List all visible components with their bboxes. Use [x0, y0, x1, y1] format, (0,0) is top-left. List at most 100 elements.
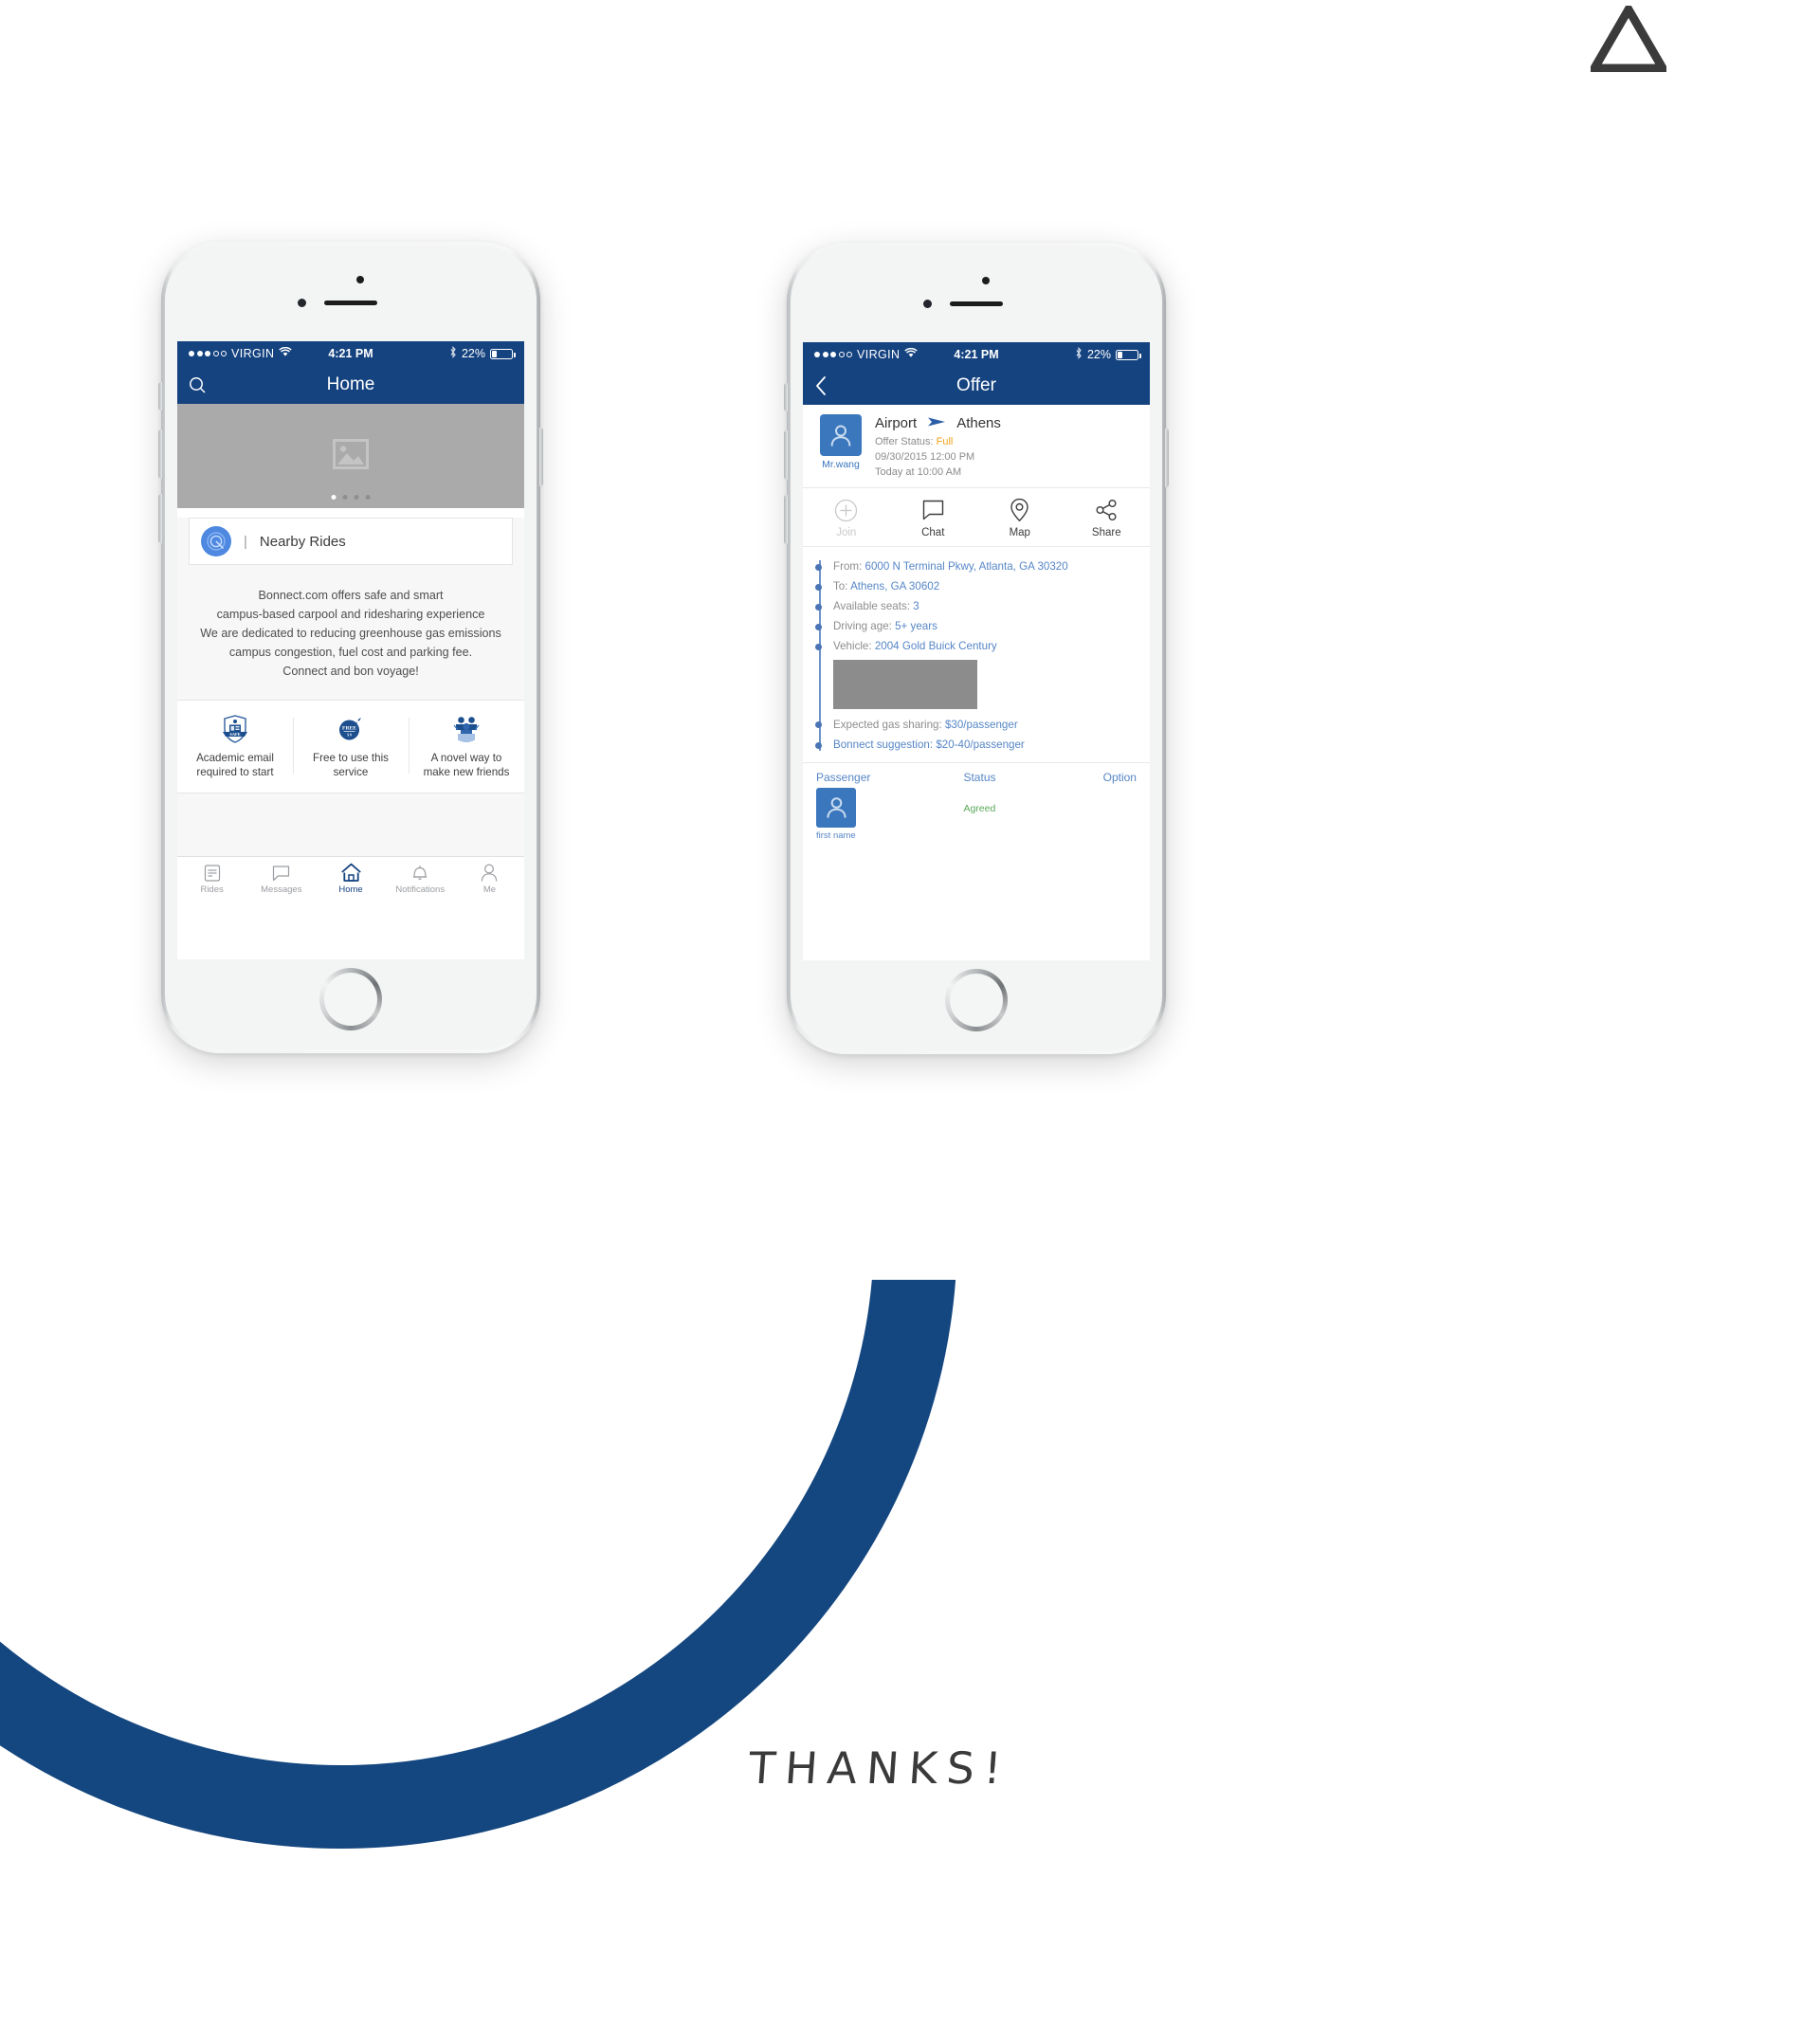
feature-label-line2: required to start	[196, 766, 274, 778]
empty-space	[803, 847, 1150, 960]
empty-space	[177, 793, 524, 856]
hero-carousel[interactable]	[177, 404, 524, 508]
carrier-label: VIRGIN	[857, 348, 901, 361]
detail-value: $20-40/passenger	[936, 738, 1025, 751]
svg-text:FREE: FREE	[342, 725, 356, 731]
detail-value: 2004 Gold Buick Century	[874, 640, 997, 652]
hardware-home-button[interactable]	[319, 968, 382, 1030]
action-bar: Join Chat Map Share	[803, 488, 1150, 547]
feature-label-line2: service	[333, 766, 369, 778]
tab-label: Home	[338, 884, 363, 895]
chat-button[interactable]: Chat	[890, 498, 977, 538]
phone-home: VIRGIN 4:21 PM 22% Home | Nearby Rides B…	[158, 242, 543, 1053]
feature-item-free-service: FREE $ 0 Free to use this service	[293, 712, 409, 779]
tab-notifications[interactable]: Notifications	[386, 863, 455, 895]
detail-label: To:	[833, 580, 848, 593]
column-header-passenger: Passenger	[816, 771, 871, 784]
search-icon[interactable]	[189, 376, 207, 394]
blurb-line: Bonnect.com offers safe and smart	[258, 589, 444, 602]
battery-percent-label: 22%	[1086, 348, 1111, 361]
action-label: Chat	[921, 527, 945, 538]
passenger-table-header: Passenger Status Option	[803, 763, 1150, 786]
detail-value[interactable]: 6000 N Terminal Pkwy, Atlanta, GA 30320	[865, 560, 1068, 573]
nearby-rides-card[interactable]: | Nearby Rides	[189, 518, 513, 565]
front-camera	[356, 276, 364, 283]
detail-row-bonnect-suggestion: Bonnect suggestion: $20-40/passenger	[803, 735, 1150, 755]
chat-bubble-icon	[890, 498, 977, 522]
detail-label: Vehicle:	[833, 640, 872, 652]
bluetooth-icon	[449, 345, 457, 361]
table-row[interactable]: first name Agreed	[803, 786, 1150, 847]
detail-value: 5+ years	[895, 620, 937, 632]
status-badge: Agreed	[963, 803, 996, 814]
tab-home[interactable]: Home	[316, 863, 385, 895]
wifi-icon	[904, 347, 919, 361]
svg-text:SAFE: SAFE	[229, 732, 240, 737]
messages-bubble-icon	[246, 863, 316, 884]
origin-label: Airport	[875, 415, 918, 431]
vehicle-photo-placeholder[interactable]	[833, 660, 977, 709]
driver-name: Mr.wang	[822, 459, 860, 470]
proximity-sensor	[298, 299, 306, 307]
detail-row-driving-age: Driving age: 5+ years	[803, 616, 1150, 636]
carrier-label: VIRGIN	[231, 347, 275, 360]
bluetooth-icon	[1075, 346, 1083, 362]
share-button[interactable]: Share	[1064, 498, 1151, 538]
join-button[interactable]: Join	[803, 498, 890, 538]
feature-item-academic-email: SAFE Academic email required to start	[177, 712, 293, 779]
wifi-icon	[279, 346, 293, 360]
person-icon	[455, 863, 524, 884]
action-label: Map	[1009, 527, 1030, 538]
free-tag-icon: FREE $ 0	[299, 712, 403, 746]
safe-shield-badge-icon: SAFE	[183, 712, 287, 746]
rides-list-icon	[177, 863, 246, 884]
offer-screen: VIRGIN 4:21 PM 22% Offer Mr.wang Airport…	[803, 342, 1150, 960]
posted-time: Today at 10:00 AM	[875, 466, 962, 478]
bonnect-target-logo-icon	[201, 526, 231, 556]
option-cell[interactable]	[1069, 788, 1137, 803]
earpiece-speaker	[950, 301, 1003, 306]
tab-rides[interactable]: Rides	[177, 863, 246, 895]
detail-label: Available seats:	[833, 600, 910, 612]
detail-row-vehicle: Vehicle: 2004 Gold Buick Century	[803, 636, 1150, 656]
home-icon	[316, 863, 385, 884]
feature-row: SAFE Academic email required to start FR…	[177, 700, 524, 793]
svg-text:$ 0: $ 0	[347, 733, 352, 737]
detail-label: Expected gas sharing:	[833, 719, 942, 731]
detail-row-gas-sharing: Expected gas sharing: $30/passenger	[803, 715, 1150, 735]
tab-me[interactable]: Me	[455, 863, 524, 895]
map-pin-icon	[976, 498, 1064, 522]
detail-label: From:	[833, 560, 863, 573]
detail-value[interactable]: Athens, GA 30602	[850, 580, 939, 593]
tab-label: Me	[482, 884, 497, 895]
plus-circle-icon	[803, 498, 890, 522]
destination-label: Athens	[956, 415, 1001, 431]
offer-status-line: Offer Status: Full	[875, 434, 1138, 449]
hardware-home-button[interactable]	[945, 969, 1008, 1031]
column-header-option: Option	[1102, 771, 1137, 784]
share-nodes-icon	[1064, 498, 1151, 522]
home-screen: VIRGIN 4:21 PM 22% Home | Nearby Rides B…	[177, 341, 524, 959]
detail-row-seats: Available seats: 3	[803, 596, 1150, 616]
feature-label-line2: make new friends	[423, 766, 510, 778]
detail-value: $30/passenger	[944, 719, 1018, 731]
depart-datetime: 09/30/2015 12:00 PM	[875, 451, 975, 463]
map-button[interactable]: Map	[976, 498, 1064, 538]
thanks-text: THANKS!	[747, 1742, 1013, 1794]
offer-status-value: Full	[936, 436, 954, 447]
route-line: Airport Athens	[875, 415, 1138, 431]
battery-percent-label: 22%	[461, 347, 485, 360]
carousel-page-dots[interactable]	[331, 495, 371, 500]
page-title: Offer	[956, 375, 996, 395]
clock-label: 4:21 PM	[328, 347, 373, 360]
blurb-line: Connect and bon voyage!	[282, 665, 419, 678]
tab-messages[interactable]: Messages	[246, 863, 316, 895]
feature-label-line1: Academic email	[196, 752, 274, 764]
back-chevron-icon[interactable]	[814, 375, 828, 396]
battery-icon	[1116, 349, 1141, 360]
tab-label: Notifications	[395, 884, 446, 895]
clock-label: 4:21 PM	[954, 348, 999, 361]
driver-block[interactable]: Mr.wang	[814, 414, 867, 480]
nav-bar: Offer	[803, 367, 1150, 405]
person-avatar-icon	[816, 788, 856, 828]
